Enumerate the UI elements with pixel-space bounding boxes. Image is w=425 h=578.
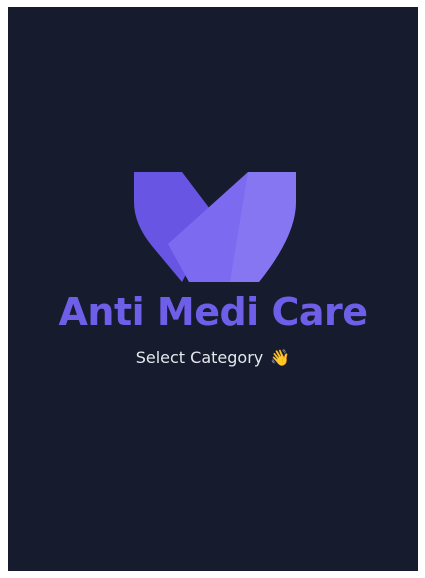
app-screen: Anti Medi Care Select Category 👋 bbox=[8, 7, 418, 571]
app-title: Anti Medi Care bbox=[58, 290, 368, 334]
select-category-label: Select Category bbox=[135, 348, 264, 367]
subtitle-row: Select Category 👋 bbox=[8, 347, 418, 369]
v-shape-logo-icon bbox=[134, 172, 296, 282]
waving-hand-icon: 👋 bbox=[270, 348, 291, 367]
